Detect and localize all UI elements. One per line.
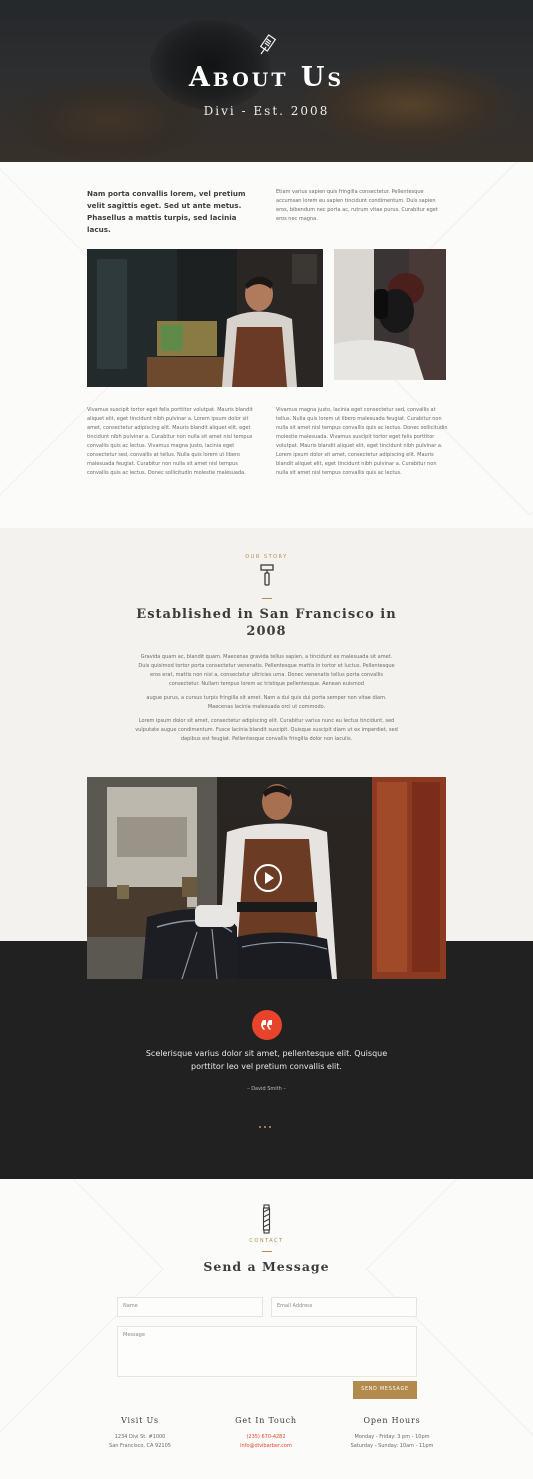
story-title: Established in San Francisco in 2008 — [136, 607, 397, 639]
email-field[interactable]: Email Address — [271, 1297, 417, 1317]
visit-us-block: Visit Us 1234 Divi St. #1000 San Francis… — [80, 1416, 200, 1451]
intro-column-left: Vivamus suscipit tortor eget felis portt… — [87, 407, 253, 476]
comb-icon — [259, 34, 277, 55]
intro-section: Nam porta convallis lorem, vel pretium v… — [0, 162, 533, 528]
divider — [262, 598, 272, 599]
story-paragraph: Lorem ipsum dolor sit amet, consectetur … — [135, 718, 398, 742]
testimonial-quote: Scelerisque varius dolor sit amet, pelle… — [145, 1049, 388, 1071]
hours-line: Monday - Friday: 3 pm - 10pm — [354, 1434, 430, 1440]
get-in-touch-block: Get In Touch (235) 670-4282 info@divibar… — [206, 1416, 326, 1451]
video-player[interactable] — [87, 777, 446, 979]
quote-icon — [261, 1020, 272, 1030]
hero-banner: About Us Divi - Est. 2008 — [0, 0, 533, 162]
address-line: San Francisco, CA 92105 — [109, 1443, 171, 1449]
barber-photo-2 — [334, 249, 446, 380]
contact-section: CONTACT Send a Message Name Email Addres… — [0, 1179, 533, 1479]
email-link[interactable]: info@divibarber.com — [206, 1442, 326, 1451]
divider — [262, 1251, 272, 1252]
barber-photo-1 — [87, 249, 323, 387]
slider-dot[interactable] — [264, 1126, 266, 1128]
info-title: Visit Us — [121, 1416, 159, 1425]
info-title: Get In Touch — [235, 1416, 297, 1425]
open-hours-block: Open Hours Monday - Friday: 3 pm - 10pm … — [332, 1416, 452, 1451]
page-subtitle: Divi - Est. 2008 — [203, 104, 330, 118]
hours-line: Saturday - Sunday: 10am - 11pm — [350, 1443, 434, 1449]
story-body: Gravida quam ac, blandit quam. Maecenas … — [135, 653, 398, 749]
intro-lead: Nam porta convallis lorem, vel pretium v… — [87, 189, 246, 234]
slider-dot[interactable] — [269, 1126, 271, 1128]
intro-side-text: Etiam varius sapien quis fringilla conse… — [276, 189, 438, 222]
info-title: Open Hours — [363, 1416, 421, 1425]
page-title: About Us — [188, 62, 345, 93]
play-icon[interactable] — [253, 863, 283, 893]
address-line: 1234 Divi St. #1000 — [114, 1434, 166, 1440]
razor-icon — [260, 564, 274, 586]
section-label: CONTACT — [249, 1238, 284, 1244]
quote-badge — [252, 1010, 282, 1040]
slider-dot[interactable] — [259, 1126, 261, 1128]
intro-column-right: Vivamus magna justo, lacinia eget consec… — [276, 407, 448, 476]
slider-dots[interactable] — [259, 1126, 275, 1130]
testimonial-author: – David Smith – — [247, 1086, 286, 1092]
name-field[interactable]: Name — [117, 1297, 263, 1317]
contact-title: Send a Message — [203, 1259, 330, 1274]
barber-pole-icon — [262, 1204, 271, 1234]
story-paragraph: Gravida quam ac, blandit quam. Maecenas … — [138, 654, 395, 687]
story-paragraph: augue purus, a cursus turpis fringilla s… — [146, 695, 387, 710]
message-field[interactable]: Message — [117, 1326, 417, 1377]
phone-link[interactable]: (235) 670-4282 — [206, 1433, 326, 1442]
send-message-button[interactable]: SEND MESSAGE — [353, 1381, 417, 1399]
section-label: OUR STORY — [245, 554, 288, 560]
